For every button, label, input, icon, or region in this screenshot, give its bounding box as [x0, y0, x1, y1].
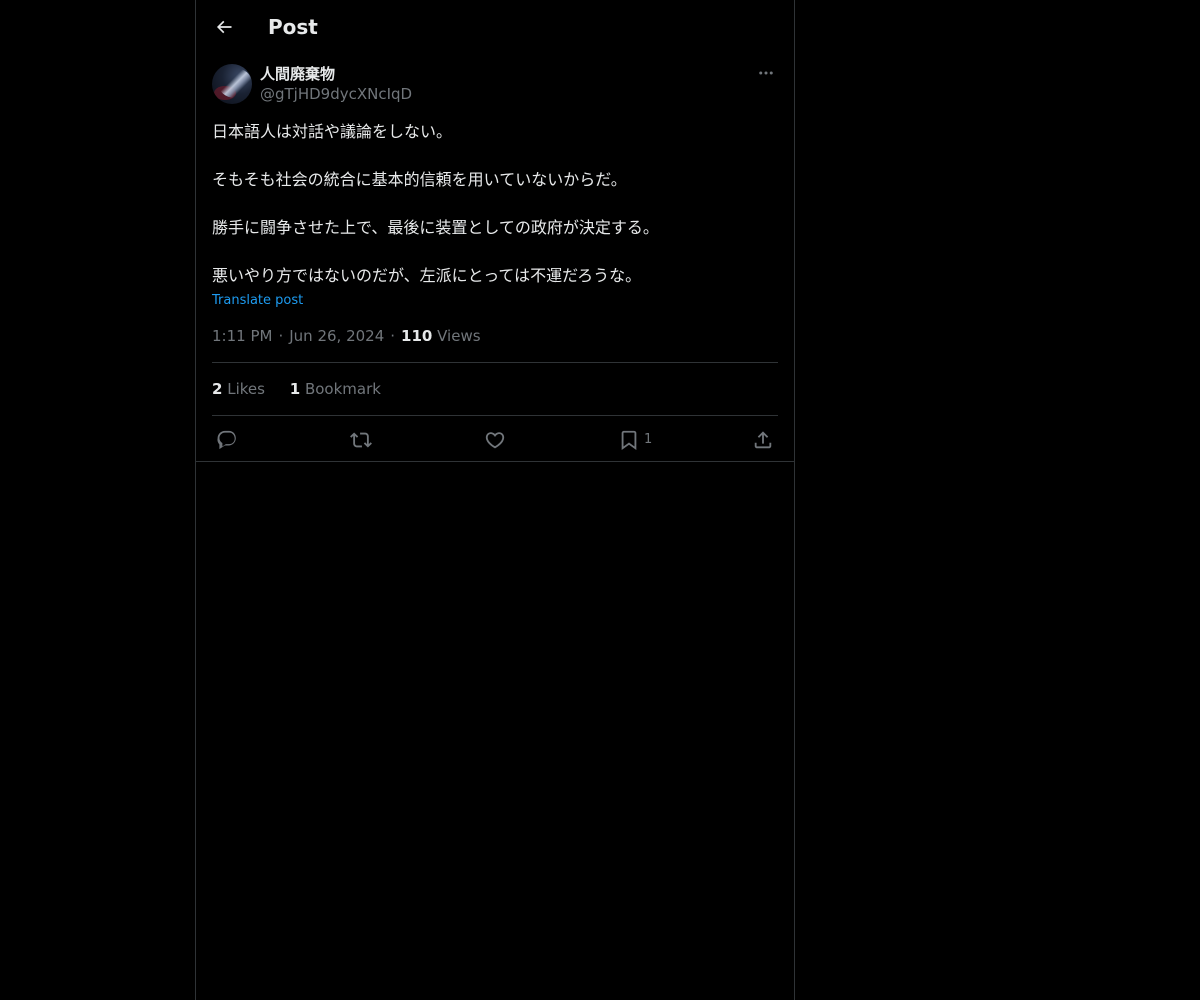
main-column: Post 人間廃棄物 @gTjHD9dycXNcIqD 日本語人は対話や議論をし…: [195, 0, 795, 1000]
post-paragraph: 日本語人は対話や議論をしない。: [212, 122, 453, 141]
post-author: 人間廃棄物 @gTjHD9dycXNcIqD: [212, 64, 778, 112]
bookmark-button[interactable]: 1: [618, 428, 652, 452]
like-button[interactable]: [484, 428, 506, 452]
avatar[interactable]: [212, 64, 252, 104]
post-paragraph: 悪いやり方ではないのだが、左派にとっては不運だろうな。: [212, 266, 642, 285]
translate-post-link[interactable]: Translate post: [212, 292, 303, 310]
bookmark-count: 1: [644, 432, 653, 447]
heart-icon: [485, 432, 505, 449]
bookmarks-stat[interactable]: 1 Bookmark: [290, 380, 381, 398]
meta-separator: ·: [390, 327, 396, 345]
author-name[interactable]: 人間廃棄物: [260, 64, 335, 84]
bookmarks-count: 1: [289, 380, 301, 398]
arrow-left-icon: [216, 20, 232, 34]
page-title: Post: [268, 15, 318, 39]
more-options-button[interactable]: [754, 61, 778, 85]
bookmarks-label: Bookmark: [304, 380, 381, 398]
post-actions: 1: [212, 416, 778, 463]
page-header: Post: [196, 0, 794, 54]
post-detail: 人間廃棄物 @gTjHD9dycXNcIqD 日本語人は対話や議論をしない。 そ…: [196, 64, 794, 463]
post-time[interactable]: 1:11 PM: [212, 327, 272, 345]
reply-icon: [217, 430, 236, 450]
views-label: Views: [437, 327, 481, 345]
post-paragraph: 勝手に闘争させた上で、最後に装置としての政府が決定する。: [212, 218, 659, 237]
back-button[interactable]: [210, 13, 238, 41]
repost-icon: [350, 432, 372, 448]
likes-stat[interactable]: 2 Likes: [212, 380, 265, 398]
repost-button[interactable]: [350, 428, 372, 452]
meta-separator: ·: [278, 327, 284, 345]
avatar-image-highlight: [218, 68, 252, 98]
post-text: 日本語人は対話や議論をしない。 そもそも社会の統合に基本的信頼を用いていないから…: [212, 120, 778, 288]
likes-count: 2: [212, 380, 223, 398]
bookmark-icon: [621, 430, 637, 451]
post-bottom-divider: [196, 461, 794, 462]
post-date[interactable]: Jun 26, 2024: [289, 327, 384, 345]
post-stats: 2 Likes 1 Bookmark: [212, 363, 778, 416]
share-icon: [754, 431, 772, 449]
post-meta: 1:11 PM · Jun 26, 2024 · 110 Views: [212, 326, 778, 363]
more-icon: [759, 71, 773, 75]
post-paragraph: そもそも社会の統合に基本的信頼を用いていないからだ。: [212, 170, 627, 189]
author-handle[interactable]: @gTjHD9dycXNcIqD: [260, 84, 412, 104]
views-count: 110: [401, 327, 433, 345]
share-button[interactable]: [752, 428, 774, 452]
likes-label: Likes: [227, 380, 265, 398]
reply-button[interactable]: [216, 428, 238, 452]
